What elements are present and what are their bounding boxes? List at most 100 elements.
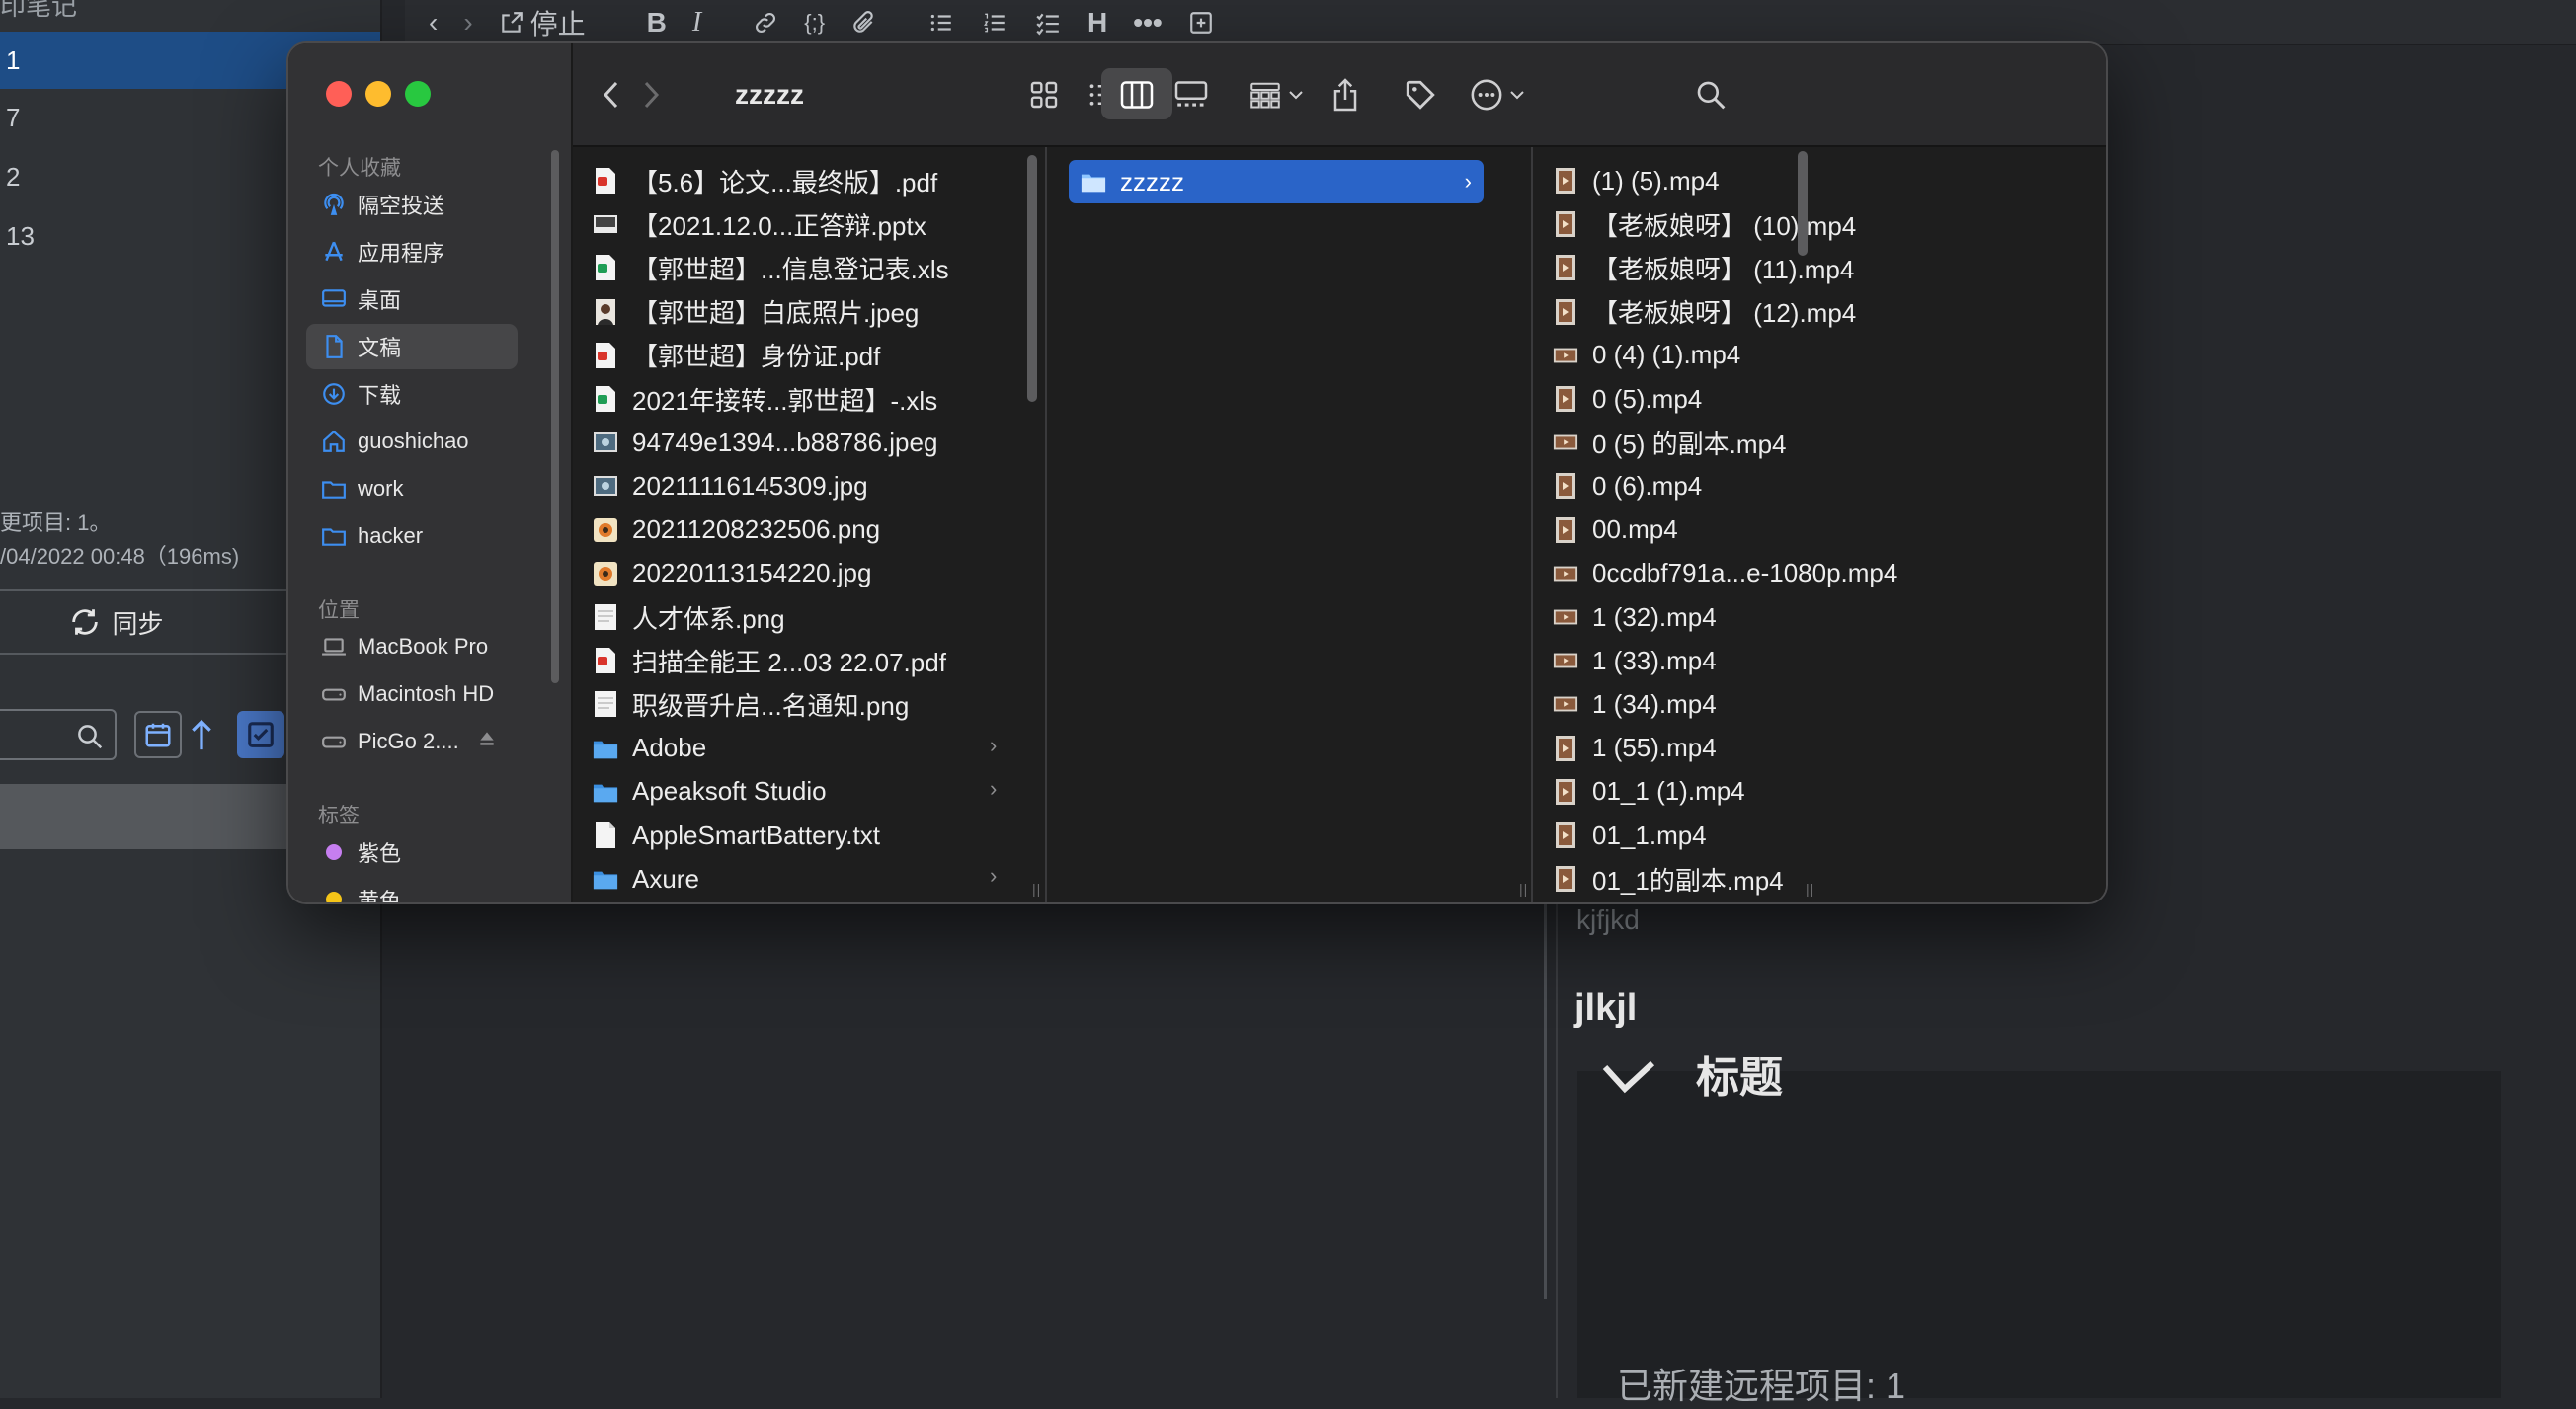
file-row[interactable]: 【5.6】论文...最终版】.pdf [593, 159, 937, 202]
heading-icon[interactable]: H [1087, 7, 1107, 39]
column-scrollbar[interactable] [1027, 155, 1037, 402]
file-row[interactable]: 1 (34).mp4 [1553, 682, 1717, 726]
spreadsheet-icon [593, 384, 618, 414]
sidebar-item-picgo[interactable]: PicGo 2.... [306, 719, 518, 764]
minimize-button[interactable] [365, 81, 391, 107]
italic-icon[interactable]: I [692, 7, 701, 39]
group-menu-button[interactable] [1247, 73, 1306, 117]
file-row[interactable]: 2021年接转...郭世超】-.xls [593, 377, 937, 421]
sidebar-tag-purple[interactable]: 紫色 [306, 829, 518, 875]
file-row[interactable]: 1 (55).mp4 [1553, 727, 1717, 770]
file-row[interactable]: 0 (5) 的副本.mp4 [1553, 421, 1787, 464]
sidebar-item-downloads[interactable]: 下载 [306, 371, 518, 417]
file-row[interactable]: 20211208232506.png [593, 509, 880, 552]
checkbox-button[interactable] [237, 711, 284, 758]
gallery-view-button[interactable] [1169, 73, 1213, 117]
sidebar-tag-yellow[interactable]: 黄色 [306, 877, 518, 902]
panel-title: 标题 [1696, 1054, 1783, 1102]
file-name: 94749e1394...b88786.jpeg [632, 427, 938, 457]
sidebar-item-hacker[interactable]: hacker [306, 513, 518, 559]
file-row[interactable]: 0 (4) (1).mp4 [1553, 334, 1740, 377]
file-name: 【郭世超】身份证.pdf [632, 342, 881, 372]
icon-view-button[interactable] [1022, 73, 1066, 117]
list-item[interactable]: zzzzz › [1069, 160, 1484, 203]
file-row[interactable]: 【郭世超】...信息登记表.xls [593, 246, 949, 289]
file-row[interactable]: 01_1的副本.mp4 [1553, 857, 1784, 900]
file-row[interactable]: 【老板娘呀】 (12).mp4 [1553, 290, 1856, 334]
share-button[interactable] [1324, 73, 1367, 117]
folder-row[interactable]: Axure [593, 857, 699, 900]
file-name: 01_1的副本.mp4 [1592, 865, 1784, 896]
back-button[interactable]: ‹ [429, 7, 438, 39]
sidebar-item-desktop[interactable]: 桌面 [306, 276, 518, 322]
file-row[interactable]: 94749e1394...b88786.jpeg [593, 421, 937, 464]
file-row[interactable]: 【郭世超】白底照片.jpeg [593, 290, 919, 334]
file-row[interactable]: 职级晋升启...名通知.png [593, 682, 909, 726]
file-row[interactable]: 20220113154220.jpg [593, 552, 871, 595]
image-icon [593, 471, 618, 501]
column-resize-handle[interactable]: || [1519, 881, 1528, 897]
checkbox-icon [248, 722, 274, 747]
file-name: 【老板娘呀】 (11).mp4 [1592, 254, 1855, 284]
sidebar-item-macbook-pro[interactable]: MacBook Pro [306, 624, 518, 669]
code-icon[interactable]: {;} [804, 10, 825, 36]
sidebar-item-macintosh-hd[interactable]: Macintosh HD [306, 671, 518, 717]
bullet-list-icon[interactable] [927, 10, 955, 36]
sidebar-item-applications[interactable]: 应用程序 [306, 229, 518, 274]
checklist-icon[interactable] [1034, 10, 1062, 36]
action-menu-button[interactable] [1466, 73, 1529, 117]
forward-button[interactable] [636, 73, 666, 117]
document-icon [593, 689, 618, 719]
file-row[interactable]: 0ccdbf791a...e-1080p.mp4 [1553, 552, 1897, 595]
column-resize-handle[interactable]: || [1806, 881, 1814, 897]
file-row[interactable]: 1 (32).mp4 [1553, 595, 1717, 639]
search-button[interactable] [1689, 73, 1732, 117]
sidebar-scrollbar[interactable] [551, 150, 559, 683]
sidebar-item-home[interactable]: guoshichao [306, 419, 518, 464]
notes-search-input[interactable] [0, 709, 117, 760]
forward-button[interactable]: › [463, 7, 472, 39]
stop-button[interactable]: 停止 [499, 3, 586, 42]
numbered-list-icon[interactable] [981, 10, 1008, 36]
file-row[interactable]: 1 (33).mp4 [1553, 639, 1717, 682]
close-button[interactable] [326, 81, 352, 107]
file-row[interactable]: 【老板娘呀】 (10).mp4 [1553, 202, 1856, 246]
calendar-button[interactable] [134, 711, 182, 758]
file-row[interactable]: 0 (6).mp4 [1553, 464, 1702, 508]
file-row[interactable]: AppleSmartBattery.txt [593, 814, 880, 857]
file-row[interactable]: 20211116145309.jpg [593, 464, 868, 508]
sidebar-item-work[interactable]: work [306, 466, 518, 511]
column-scrollbar[interactable] [1798, 151, 1808, 256]
file-name: zzzzz [1120, 166, 1184, 196]
file-row[interactable]: 【老板娘呀】 (11).mp4 [1553, 246, 1854, 289]
stop-label: 停止 [529, 8, 586, 39]
file-row[interactable]: 00.mp4 [1553, 509, 1678, 552]
sort-button[interactable] [178, 711, 225, 758]
file-name: 【老板娘呀】 (12).mp4 [1592, 298, 1857, 329]
sidebar-item-airdrop[interactable]: 隔空投送 [306, 182, 518, 227]
file-row[interactable]: 人才体系.png [593, 595, 785, 639]
chevron-right-icon: › [990, 732, 998, 757]
presentation-icon [593, 209, 618, 239]
tag-button[interactable] [1399, 73, 1442, 117]
folder-row[interactable]: Apeaksoft Studio [593, 770, 827, 814]
attachment-icon[interactable] [850, 10, 876, 36]
file-row[interactable]: 0 (5).mp4 [1553, 377, 1702, 421]
file-row[interactable]: 01_1 (1).mp4 [1553, 770, 1745, 814]
file-row[interactable]: 扫描全能王 2...03 22.07.pdf [593, 639, 946, 682]
file-row[interactable]: 【郭世超】身份证.pdf [593, 334, 880, 377]
zoom-button[interactable] [405, 81, 431, 107]
more-icon[interactable]: ••• [1133, 7, 1162, 39]
file-row[interactable]: (1) (5).mp4 [1553, 159, 1720, 202]
bold-icon[interactable]: B [647, 7, 667, 39]
file-row[interactable]: 【2021.12.0...正答辩.pptx [593, 202, 926, 246]
column-resize-handle[interactable]: || [1032, 881, 1041, 897]
column-view-icon-wrap [1115, 73, 1159, 117]
sidebar-item-documents[interactable]: 文稿 [306, 324, 518, 369]
folder-row[interactable]: Adobe [593, 727, 706, 770]
eject-icon[interactable] [477, 729, 497, 754]
insert-icon[interactable] [1188, 10, 1214, 36]
back-button[interactable] [597, 73, 626, 117]
link-icon[interactable] [753, 10, 778, 36]
file-row[interactable]: 01_1.mp4 [1553, 814, 1707, 857]
